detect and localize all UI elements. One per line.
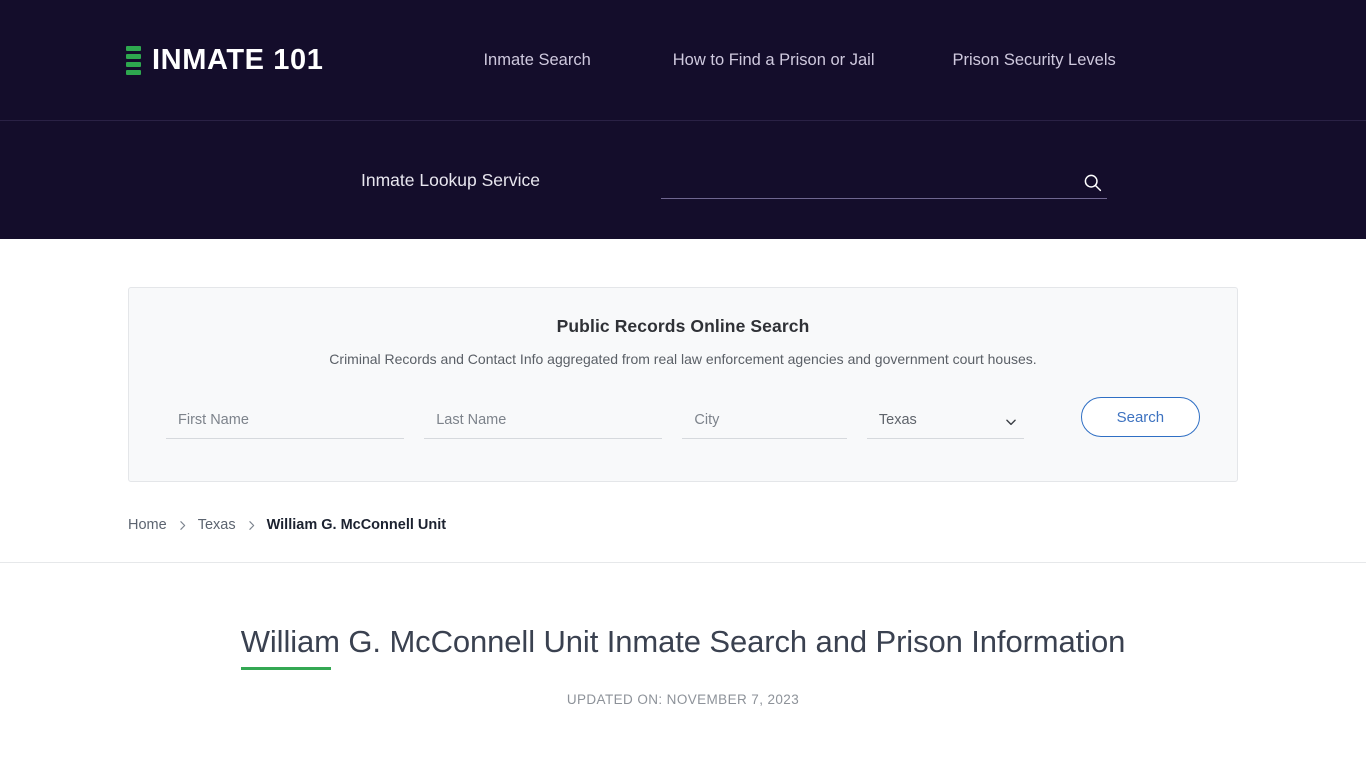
breadcrumb: Home Texas William G. McConnell Unit [0, 514, 1366, 536]
header-inner: INMATE 101 Inmate Search How to Find a P… [0, 44, 1366, 77]
bars-logo-icon [126, 45, 141, 75]
lookup-search-field[interactable] [661, 161, 1107, 199]
chevron-right-icon [245, 519, 258, 532]
main-navigation: Inmate Search How to Find a Prison or Ja… [483, 51, 1115, 70]
first-name-field[interactable] [166, 407, 405, 439]
page-title-text: William G. McConnell Unit Inmate Search … [240, 624, 1126, 659]
panel-subtitle: Criminal Records and Contact Info aggreg… [329, 351, 1037, 367]
magnifier-icon[interactable] [1082, 172, 1103, 193]
nav-item-inmate-search[interactable]: Inmate Search [483, 51, 590, 70]
lookup-service-bar: Inmate Lookup Service [0, 121, 1366, 239]
title-accent-underline [240, 667, 331, 671]
last-name-field[interactable] [424, 407, 663, 439]
nav-item-how-to-find-a-prison-or-jail[interactable]: How to Find a Prison or Jail [673, 51, 875, 70]
lookup-service-label: Inmate Lookup Service [361, 169, 540, 190]
panel-title: Public Records Online Search [556, 316, 810, 336]
brand-name: INMATE 101 [152, 43, 324, 76]
first-name-input[interactable] [166, 407, 405, 437]
public-records-panel: Public Records Online Search Criminal Re… [128, 287, 1238, 482]
chevron-right-icon [176, 519, 189, 532]
breadcrumb-item-texas[interactable]: Texas [198, 517, 236, 533]
state-field[interactable]: Texas [866, 407, 1024, 439]
city-input[interactable] [682, 407, 847, 437]
page-content: Public Records Online Search Criminal Re… [0, 287, 1366, 708]
lookup-search-input[interactable] [661, 168, 1107, 198]
article-header: William G. McConnell Unit Inmate Search … [0, 563, 1366, 707]
breadcrumb-current-page: William G. McConnell Unit [266, 517, 447, 533]
lookup-inner: Inmate Lookup Service [0, 161, 1366, 199]
breadcrumb-item-home[interactable]: Home [128, 517, 167, 533]
nav-item-prison-security-levels[interactable]: Prison Security Levels [953, 51, 1116, 70]
public-records-search-button[interactable]: Search [1080, 397, 1200, 437]
state-select[interactable]: Texas [866, 407, 1024, 437]
city-field[interactable] [682, 407, 847, 439]
page-title: William G. McConnell Unit Inmate Search … [240, 623, 1126, 676]
brand-logo-link[interactable]: INMATE 101 [126, 44, 323, 77]
site-header: INMATE 101 Inmate Search How to Find a P… [0, 0, 1366, 121]
public-records-form: Texas Search [129, 397, 1237, 439]
updated-date: UPDATED ON: NOVEMBER 7, 2023 [566, 692, 800, 708]
last-name-input[interactable] [424, 407, 663, 437]
